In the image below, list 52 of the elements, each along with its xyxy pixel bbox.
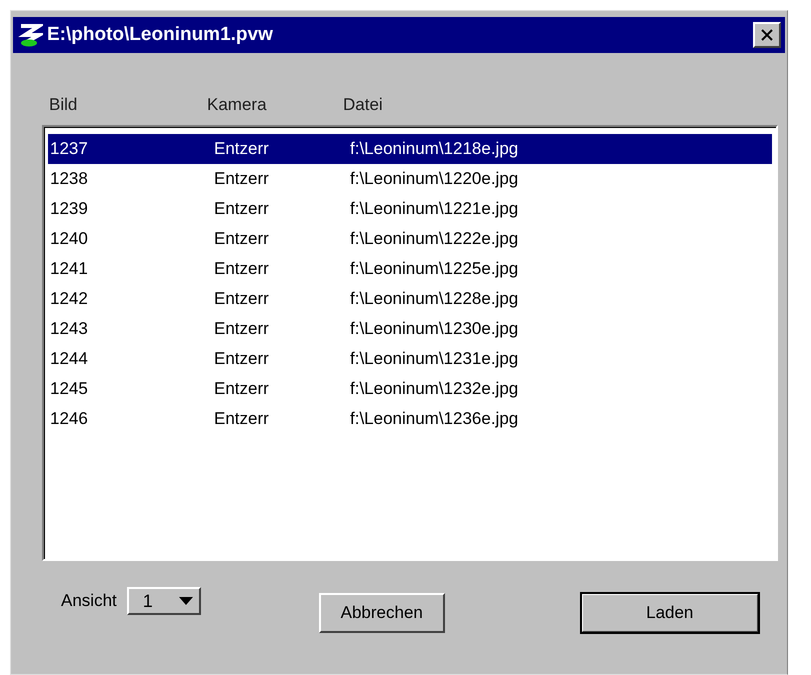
row-cell-text: Entzerr bbox=[214, 169, 270, 189]
row-cell: f:\Leoninum\1225e.jpg bbox=[350, 259, 518, 279]
row-cell: f:\Leoninum\1228e.jpg bbox=[350, 289, 518, 309]
row-cell-text: Entzerr bbox=[214, 409, 270, 429]
row-cell-text: 1242 bbox=[50, 289, 89, 309]
row-cell-text: 1244 bbox=[50, 349, 89, 369]
row-cell: f:\Leoninum\1218e.jpg bbox=[350, 139, 518, 159]
list-row[interactable]: 1240 Entzerr f:\Leoninum\1222e.jpg bbox=[48, 224, 772, 254]
row-cell-text: 1243 bbox=[50, 319, 89, 339]
list-row[interactable]: 1238 Entzerr f:\Leoninum\1220e.jpg bbox=[48, 164, 772, 194]
row-cell: f:\Leoninum\1220e.jpg bbox=[350, 169, 518, 189]
list-row[interactable]: 1245 Entzerr f:\Leoninum\1232e.jpg bbox=[48, 374, 772, 404]
row-cell-text: Entzerr bbox=[214, 139, 270, 159]
row-cell-text: Entzerr bbox=[214, 259, 270, 279]
column-header: Datei bbox=[343, 95, 383, 116]
list-row[interactable]: 1244 Entzerr f:\Leoninum\1231e.jpg bbox=[48, 344, 772, 374]
row-cell: f:\Leoninum\1236e.jpg bbox=[350, 409, 518, 429]
close-button[interactable] bbox=[753, 22, 781, 48]
row-cell-text: 1237 bbox=[50, 139, 89, 159]
row-cell-text: Entzerr bbox=[214, 319, 270, 339]
row-cell: f:\Leoninum\1232e.jpg bbox=[350, 379, 518, 399]
row-cell: f:\Leoninum\1222e.jpg bbox=[350, 229, 518, 249]
row-cell-text: Entzerr bbox=[214, 199, 270, 219]
row-cell: f:\Leoninum\1230e.jpg bbox=[350, 319, 518, 339]
dialog-button[interactable]: Abbrechen bbox=[318, 593, 445, 633]
row-cell-text: 1246 bbox=[50, 409, 89, 429]
column-header: Kamera bbox=[207, 95, 268, 116]
list-row[interactable]: 1241 Entzerr f:\Leoninum\1225e.jpg bbox=[48, 254, 772, 284]
view-label: Ansicht bbox=[61, 591, 117, 611]
row-cell-text: 1239 bbox=[50, 199, 89, 219]
list-row[interactable]: 1242 Entzerr f:\Leoninum\1228e.jpg bbox=[48, 284, 772, 314]
dropdown-arrow-icon bbox=[178, 597, 193, 605]
row-cell-text: 1241 bbox=[50, 259, 89, 279]
view-dropdown[interactable]: 1 bbox=[126, 587, 201, 615]
app-logo-icon bbox=[17, 22, 43, 48]
row-cell-text: Entzerr bbox=[214, 289, 270, 309]
column-header: Bild bbox=[49, 95, 78, 116]
row-cell: f:\Leoninum\1231e.jpg bbox=[350, 349, 518, 369]
row-cell-text: Entzerr bbox=[214, 229, 270, 249]
close-icon bbox=[760, 28, 774, 42]
row-cell-text: Entzerr bbox=[214, 349, 270, 369]
row-cell-text: 1238 bbox=[50, 169, 89, 189]
row-cell-text: 1240 bbox=[50, 229, 89, 249]
list-row[interactable]: 1243 Entzerr f:\Leoninum\1230e.jpg bbox=[48, 314, 772, 344]
list-row[interactable]: 1239 Entzerr f:\Leoninum\1221e.jpg bbox=[48, 194, 772, 224]
list-row[interactable]: 1237 Entzerr f:\Leoninum\1218e.jpg bbox=[48, 134, 772, 164]
row-cell-text: 1245 bbox=[50, 379, 89, 399]
list-row[interactable]: 1246 Entzerr f:\Leoninum\1236e.jpg bbox=[48, 404, 772, 434]
row-cell: f:\Leoninum\1221e.jpg bbox=[350, 199, 518, 219]
row-cell-text: Entzerr bbox=[214, 379, 270, 399]
dialog-button[interactable]: Laden bbox=[580, 593, 759, 633]
window-title: E:\photo\Leoninum1.pvw bbox=[47, 24, 274, 46]
